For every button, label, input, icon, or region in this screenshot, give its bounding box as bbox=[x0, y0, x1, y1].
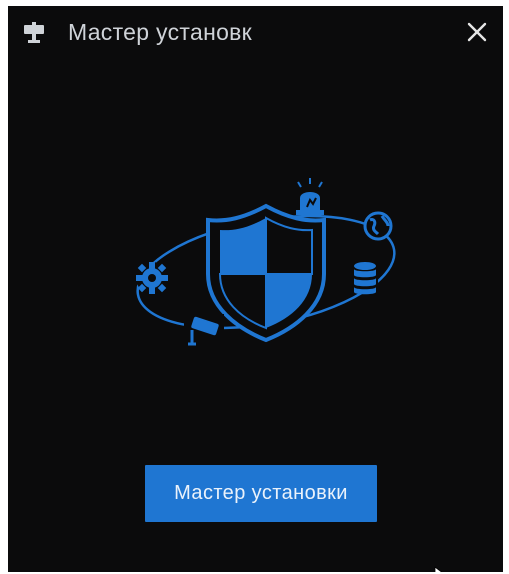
security-illustration bbox=[126, 174, 406, 354]
setup-wizard-dialog: Мастер установк Мастер установки bbox=[8, 6, 503, 572]
setup-wizard-button[interactable]: Мастер установки bbox=[145, 465, 377, 522]
dialog-title: Мастер установк bbox=[68, 19, 253, 45]
close-icon[interactable] bbox=[465, 20, 489, 44]
mouse-pointer-icon bbox=[434, 566, 454, 572]
globe-icon bbox=[363, 211, 393, 241]
camera-icon bbox=[184, 314, 224, 346]
gear-icon bbox=[136, 262, 168, 294]
signpost-icon bbox=[22, 20, 46, 44]
database-icon bbox=[352, 262, 378, 295]
alarm-light-icon bbox=[296, 178, 324, 215]
shield-icon bbox=[206, 203, 326, 343]
title-bar: Мастер установк bbox=[8, 6, 503, 60]
